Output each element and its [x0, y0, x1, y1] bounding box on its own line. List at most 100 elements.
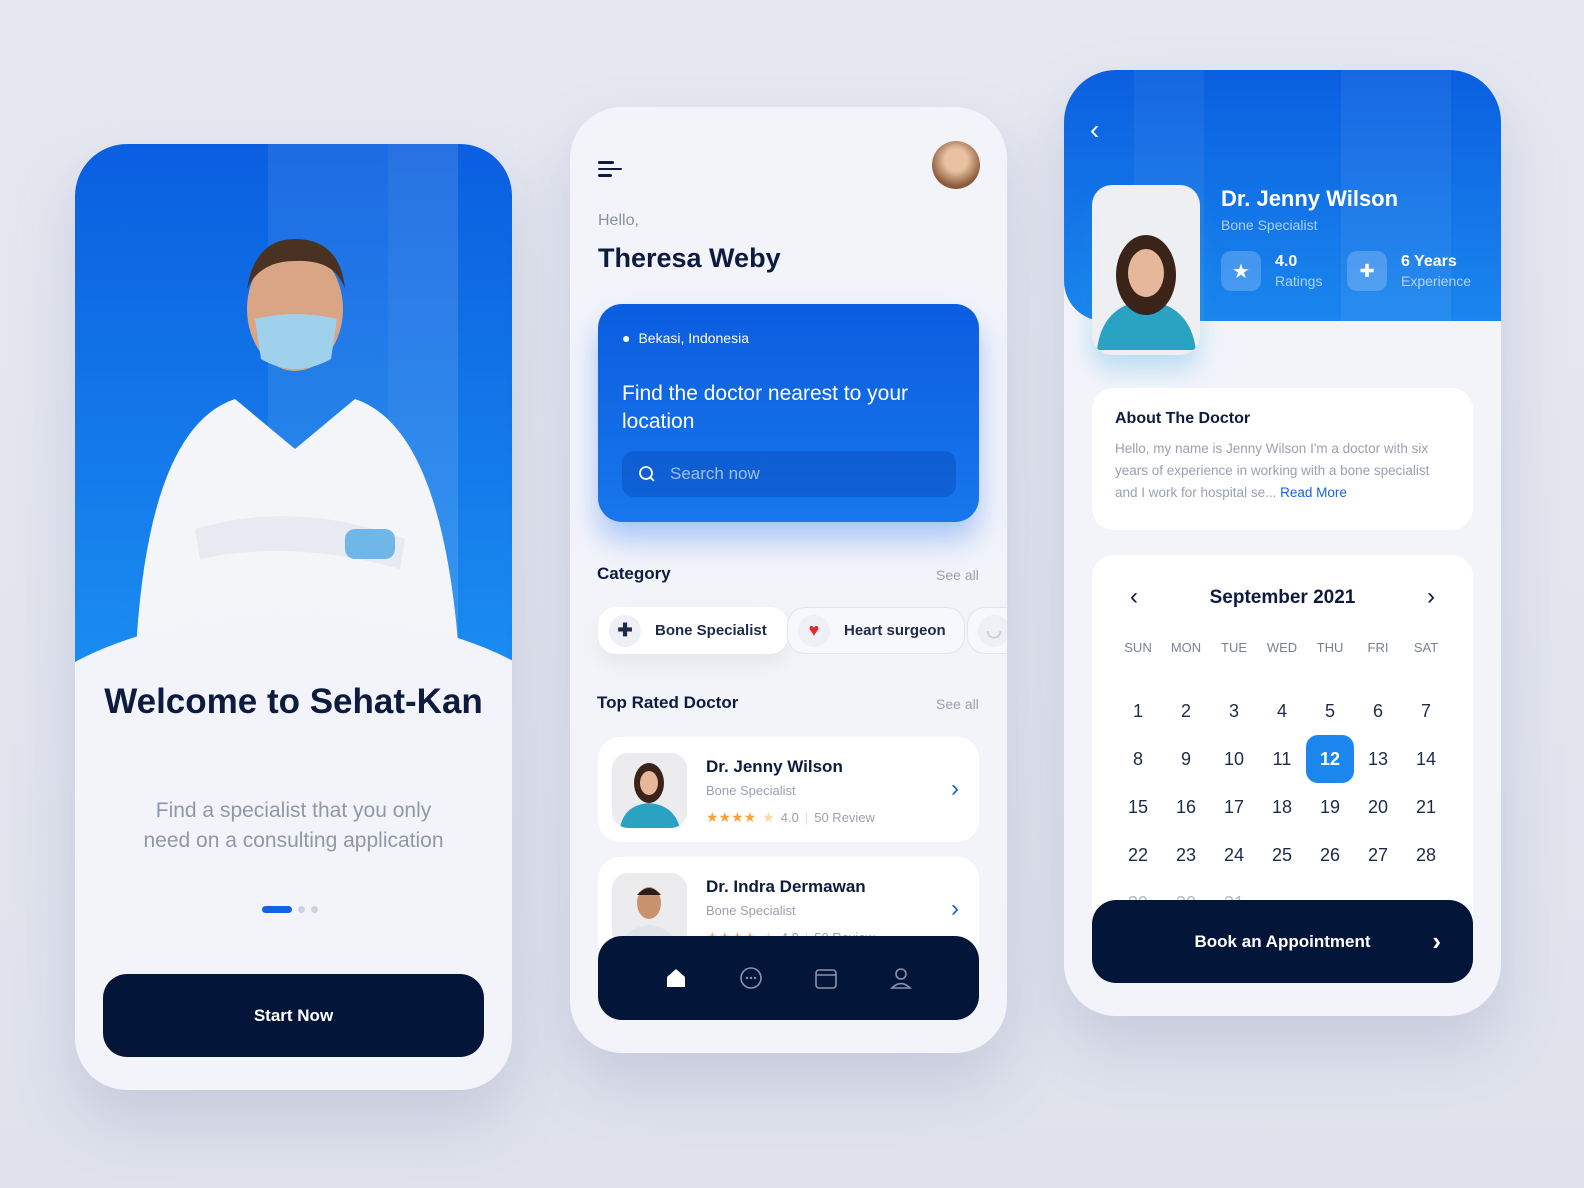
- menu-icon[interactable]: [598, 157, 622, 181]
- calendar-day[interactable]: 18: [1258, 783, 1306, 831]
- greeting: Hello,: [598, 212, 639, 229]
- card-title: Find the doctor nearest to your location: [622, 382, 908, 433]
- calendar-day[interactable]: 10: [1210, 735, 1258, 783]
- chevron-right-icon: ›: [1432, 926, 1441, 956]
- search-input[interactable]: Search now: [622, 451, 956, 497]
- chat-icon[interactable]: [736, 963, 766, 993]
- doctor-specialty: Bone Specialist: [706, 783, 796, 798]
- star-icon: ★: [1221, 251, 1261, 291]
- location-text: Bekasi, Indonesia: [638, 330, 749, 346]
- calendar-day[interactable]: 26: [1306, 831, 1354, 879]
- calendar-day[interactable]: 11: [1258, 735, 1306, 783]
- weekday-label: TUE: [1221, 640, 1247, 655]
- chevron-right-icon[interactable]: ›: [951, 895, 959, 923]
- home-icon[interactable]: [661, 963, 691, 993]
- calendar-day[interactable]: 2: [1162, 687, 1210, 735]
- doctor-photo: [612, 753, 687, 828]
- calendar-day[interactable]: 8: [1114, 735, 1162, 783]
- rating-stat: ★ 4.0 Ratings: [1221, 251, 1322, 291]
- page-indicator: [262, 906, 318, 913]
- home-screen: Hello, Theresa Weby ● Bekasi, Indonesia F…: [570, 107, 1007, 1053]
- calendar-day[interactable]: 15: [1114, 783, 1162, 831]
- category-dentist[interactable]: ◡: [967, 607, 1007, 654]
- book-label: Book an Appointment: [1194, 931, 1371, 951]
- search-placeholder: Search now: [670, 464, 760, 483]
- calendar-day[interactable]: 4: [1258, 687, 1306, 735]
- about-title: About The Doctor: [1115, 410, 1251, 427]
- weekday-label: WED: [1266, 640, 1298, 655]
- weekday-label: SUN: [1124, 640, 1152, 655]
- calendar-day[interactable]: 19: [1306, 783, 1354, 831]
- calendar-day[interactable]: 14: [1402, 735, 1450, 783]
- weekday-label: FRI: [1367, 640, 1389, 655]
- location[interactable]: ● Bekasi, Indonesia: [622, 330, 749, 346]
- weekday-label: THU: [1316, 640, 1344, 655]
- medical-kit-icon: ✚: [1347, 251, 1387, 291]
- calendar-day[interactable]: 20: [1354, 783, 1402, 831]
- location-pin-icon: ●: [622, 330, 631, 346]
- top-rated-title: Top Rated Doctor: [597, 693, 739, 712]
- rating-value: 4.0: [780, 810, 799, 825]
- top-rated-see-all[interactable]: See all: [936, 696, 979, 712]
- calendar-day[interactable]: 28: [1402, 831, 1450, 879]
- calendar-grid: SUN MON TUE WED THU FRI SAT 1 2 3 4 5 6 7 8 9 10 11 12 13 14…: [1114, 640, 1450, 927]
- back-chevron-icon[interactable]: ‹: [1090, 114, 1099, 146]
- about-card: About The Doctor Hello, my name is Jenny…: [1092, 388, 1473, 530]
- avatar[interactable]: [932, 141, 980, 189]
- doctor-card[interactable]: Dr. Jenny Wilson Bone Specialist ★★★★ ★ 4.…: [598, 737, 979, 842]
- doctor-photo: [135, 239, 460, 669]
- profile-icon[interactable]: [886, 963, 916, 993]
- category-see-all[interactable]: See all: [936, 567, 979, 583]
- calendar-day[interactable]: 25: [1258, 831, 1306, 879]
- calendar-day[interactable]: 6: [1354, 687, 1402, 735]
- doctor-name: Dr. Jenny Wilson: [1221, 186, 1399, 211]
- calendar-day[interactable]: 21: [1402, 783, 1450, 831]
- doctor-name: Dr. Indra Dermawan: [706, 877, 866, 896]
- calendar-icon[interactable]: [811, 963, 841, 993]
- doctor-photo: [1092, 185, 1200, 355]
- calendar-day[interactable]: 24: [1210, 831, 1258, 879]
- tooth-icon: ◡: [978, 614, 1007, 647]
- search-icon: [639, 466, 655, 482]
- onboarding-screen: Welcome to Sehat-Kan Find a specialist t…: [75, 144, 512, 1090]
- calendar-month: September 2021: [1209, 587, 1356, 608]
- next-month-icon[interactable]: ›: [1427, 583, 1435, 611]
- calendar-day[interactable]: 16: [1162, 783, 1210, 831]
- calendar-day[interactable]: 22: [1114, 831, 1162, 879]
- calendar-day[interactable]: 9: [1162, 735, 1210, 783]
- user-name: Theresa Weby: [598, 243, 781, 273]
- start-now-button[interactable]: Start Now: [103, 974, 484, 1057]
- weekday-label: SAT: [1413, 640, 1439, 655]
- calendar-day[interactable]: 23: [1162, 831, 1210, 879]
- bottom-nav: [598, 936, 979, 1020]
- calendar-day-selected[interactable]: 12: [1306, 735, 1354, 783]
- star-half-icon: ★: [762, 809, 775, 825]
- calendar-day[interactable]: 5: [1306, 687, 1354, 735]
- weekday-label: MON: [1170, 640, 1202, 655]
- review-count: 50 Review: [814, 810, 875, 825]
- category-bone-specialist[interactable]: ✚ Bone Specialist: [598, 607, 788, 654]
- experience-stat: ✚ 6 Years Experience: [1347, 251, 1471, 291]
- star-icon: ★★★★: [706, 809, 757, 825]
- chevron-right-icon[interactable]: ›: [951, 775, 959, 803]
- doctor-name: Dr. Jenny Wilson: [706, 757, 843, 776]
- bone-icon: ✚: [609, 614, 641, 647]
- about-text: Hello, my name is Jenny Wilson I'm a doc…: [1115, 441, 1430, 500]
- hero-banner: [75, 144, 512, 914]
- calendar-day[interactable]: 17: [1210, 783, 1258, 831]
- calendar-day[interactable]: 1: [1114, 687, 1162, 735]
- find-doctor-card: ● Bekasi, Indonesia Find the doctor neare…: [598, 304, 979, 522]
- calendar-day[interactable]: 27: [1354, 831, 1402, 879]
- welcome-subtitle: Find a specialist that you only need on …: [143, 799, 444, 852]
- doctor-specialty: Bone Specialist: [1221, 217, 1318, 233]
- doctor-detail-screen: ‹ Dr. Jenny Wilson Bone Specialist ★ 4.0 R…: [1064, 70, 1501, 1016]
- calendar-day[interactable]: 13: [1354, 735, 1402, 783]
- category-heart-surgeon[interactable]: ♥ Heart surgeon: [787, 607, 965, 654]
- calendar-day[interactable]: 7: [1402, 687, 1450, 735]
- welcome-title: Welcome to Sehat-Kan: [104, 682, 483, 721]
- doctor-rating: ★★★★★4.0|50 Review: [706, 809, 875, 825]
- category-title: Category: [597, 564, 671, 583]
- book-appointment-button[interactable]: Book an Appointment ›: [1092, 900, 1473, 983]
- read-more-link[interactable]: Read More: [1280, 485, 1347, 500]
- calendar-day[interactable]: 3: [1210, 687, 1258, 735]
